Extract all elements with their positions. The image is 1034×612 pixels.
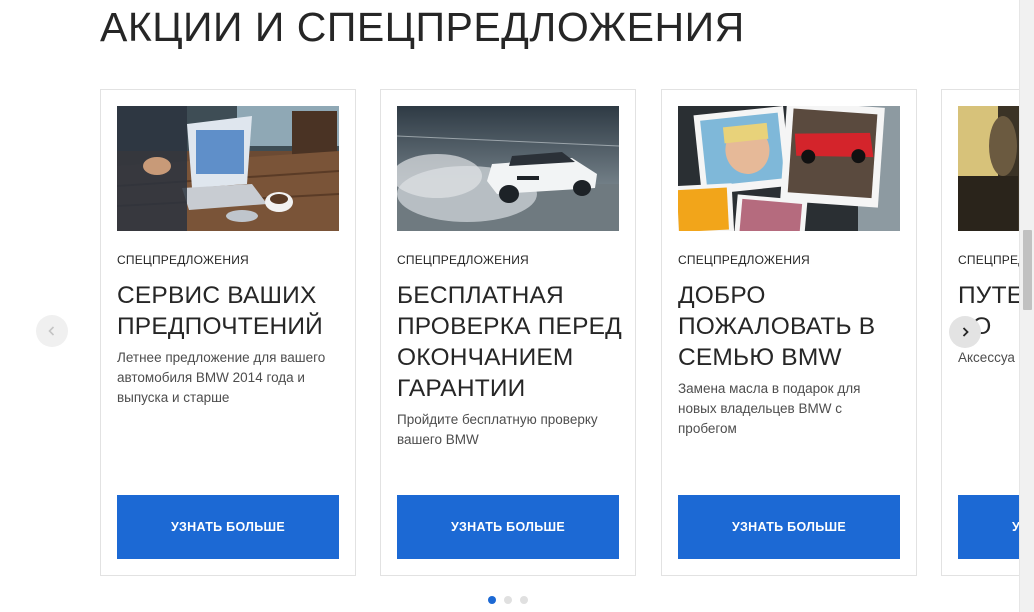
learn-more-button[interactable]: УЗНАТЬ БОЛЬШЕ — [117, 495, 339, 559]
offer-description: Пройдите бесплатную проверку вашего BMW — [397, 412, 598, 447]
laptop-cafe-photo — [117, 106, 339, 231]
offer-category: СПЕЦПРЕДЛОЖЕНИЯ — [397, 253, 529, 267]
offer-category: СПЕЦПРЕДЛОЖЕНИЯ — [117, 253, 249, 267]
page-scrollbar[interactable] — [1019, 0, 1034, 612]
offer-image-laptop[interactable] — [117, 106, 339, 231]
offer-image-bmw-drift[interactable] — [397, 106, 619, 231]
offer-category: СПЕЦПРЕДЛОЖЕНИЯ — [958, 253, 1019, 267]
offer-description: Замена масла в подарок для новых владель… — [678, 381, 861, 436]
section-title: АКЦИИ И СПЕЦПРЕДЛОЖЕНИЯ — [100, 4, 745, 50]
carousel-pagination — [488, 596, 528, 604]
offer-image-interior[interactable] — [958, 106, 1019, 231]
offer-card[interactable]: СПЕЦПРЕДЛОЖЕНИЯ БЕСПЛАТНАЯ ПРОВЕРКА ПЕРЕ… — [380, 89, 636, 576]
offers-carousel: СПЕЦПРЕДЛОЖЕНИЯ СЕРВИС ВАШИХ ПРЕДПОЧТЕНИ… — [100, 89, 1019, 577]
learn-more-button[interactable]: УЗНАТЬ БОЛЬШЕ — [958, 495, 1019, 559]
carousel-prev-button[interactable] — [36, 315, 68, 347]
offer-image-family[interactable] — [678, 106, 900, 231]
scrollbar-thumb[interactable] — [1023, 230, 1032, 310]
learn-more-button[interactable]: УЗНАТЬ БОЛЬШЕ — [678, 495, 900, 559]
carousel-next-button[interactable] — [949, 316, 981, 348]
offer-title[interactable]: СЕРВИС ВАШИХ ПРЕДПОЧТЕНИЙ — [117, 280, 327, 342]
offer-category: СПЕЦПРЕДЛОЖЕНИЯ — [678, 253, 810, 267]
chevron-right-icon — [962, 327, 969, 337]
offer-card[interactable]: СПЕЦПРЕДЛОЖЕНИЯ ДОБРО ПОЖАЛОВАТЬ В СЕМЬЮ… — [661, 89, 917, 576]
offer-card[interactable]: СПЕЦПРЕДЛОЖЕНИЯ СЕРВИС ВАШИХ ПРЕДПОЧТЕНИ… — [100, 89, 356, 576]
pagination-dot[interactable] — [504, 596, 512, 604]
family-photos-collage — [678, 106, 900, 231]
car-interior-photo — [958, 106, 1019, 231]
pagination-dot[interactable] — [520, 596, 528, 604]
white-bmw-drift-photo — [397, 106, 619, 231]
pagination-dot[interactable] — [488, 596, 496, 604]
offer-title[interactable]: БЕСПЛАТНАЯ ПРОВЕРКА ПЕРЕД ОКОНЧАНИЕМ ГАР… — [397, 280, 623, 404]
offer-description: Аксессуа — [958, 350, 1015, 365]
chevron-left-icon — [48, 326, 55, 336]
learn-more-button[interactable]: УЗНАТЬ БОЛЬШЕ — [397, 495, 619, 559]
offer-description: Летнее предложение для вашего автомобиля… — [117, 350, 326, 405]
offer-title[interactable]: ДОБРО ПОЖАЛОВАТЬ В СЕМЬЮ BMW — [678, 280, 893, 373]
